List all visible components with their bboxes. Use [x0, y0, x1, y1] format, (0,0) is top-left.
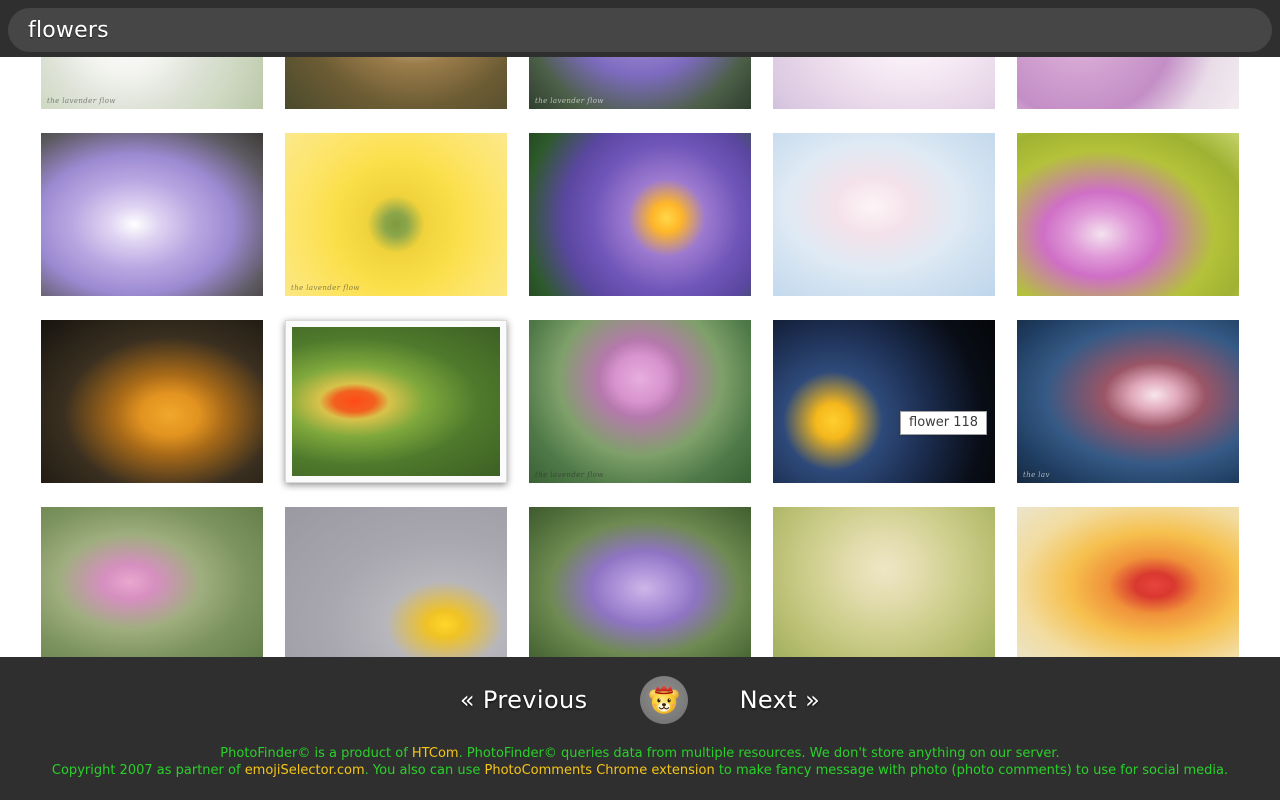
credit-2-part-3: to make fancy message with photo (photo …: [714, 763, 1229, 778]
photo-thumbnail[interactable]: [529, 507, 751, 670]
credit-line-2: Copyright 2007 as partner of emojiSelect…: [0, 762, 1280, 779]
photo-thumbnail[interactable]: [41, 133, 263, 296]
next-button[interactable]: Next »: [740, 686, 821, 714]
photo-thumbnail[interactable]: [41, 507, 263, 670]
photo-cell[interactable]: [1017, 133, 1239, 296]
photo-thumbnail[interactable]: [773, 133, 995, 296]
photo-thumbnail[interactable]: [1017, 320, 1239, 483]
photo-cell[interactable]: [529, 133, 751, 296]
photo-thumbnail[interactable]: [529, 320, 751, 483]
photo-cell[interactable]: the lavender flow: [529, 320, 751, 483]
pagination-nav: « Previous Next »: [0, 657, 1280, 743]
photo-cell[interactable]: [773, 507, 995, 670]
search-input[interactable]: [8, 8, 1272, 52]
photo-thumbnail[interactable]: [292, 327, 500, 476]
photo-cell[interactable]: the lavender flow: [285, 133, 507, 296]
photo-thumbnail[interactable]: [1017, 133, 1239, 296]
photocomments-extension-link[interactable]: PhotoComments Chrome extension: [485, 763, 715, 778]
photo-thumbnail[interactable]: [41, 320, 263, 483]
photo-cell[interactable]: [41, 133, 263, 296]
photo-thumbnail[interactable]: [285, 133, 507, 296]
photo-thumbnail[interactable]: [1017, 507, 1239, 670]
photo-thumbnail[interactable]: [773, 320, 995, 483]
photo-thumbnail[interactable]: [529, 133, 751, 296]
image-tooltip: flower 118: [900, 411, 988, 435]
credit-2-part-2: . You also can use: [364, 763, 485, 778]
photo-cell[interactable]: [529, 507, 751, 670]
credit-line-1: PhotoFinder© is a product of HTCom. Phot…: [0, 743, 1280, 762]
previous-button[interactable]: « Previous: [460, 686, 588, 714]
credit-2-part-1: Copyright 2007 as partner of: [51, 763, 245, 778]
photo-cell[interactable]: [41, 320, 263, 483]
chick-emoji-icon[interactable]: [639, 676, 688, 724]
search-field-wrapper[interactable]: [8, 8, 1272, 52]
header-bar: [0, 0, 1280, 57]
credit-1-part-2: . PhotoFinder© queries data from multipl…: [458, 746, 1060, 761]
photo-grid: the lavender flow the lavender flow the la…: [41, 0, 1257, 670]
photo-cell[interactable]: [1017, 507, 1239, 670]
photo-cell[interactable]: [285, 320, 507, 483]
emojiselector-link[interactable]: emojiSelector.com: [245, 763, 365, 778]
photo-cell[interactable]: [285, 507, 507, 670]
footer-bar: « Previous Next » PhotoFinder© is a prod…: [0, 657, 1280, 800]
htcom-link[interactable]: HTCom: [412, 746, 459, 761]
photo-cell[interactable]: [773, 320, 995, 483]
photo-cell[interactable]: [773, 133, 995, 296]
photo-thumbnail[interactable]: [285, 507, 507, 670]
photo-cell[interactable]: [41, 507, 263, 670]
footer-credits: PhotoFinder© is a product of HTCom. Phot…: [0, 743, 1280, 779]
photo-cell[interactable]: the lav: [1017, 320, 1239, 483]
photo-thumbnail[interactable]: [773, 507, 995, 670]
credit-1-part-1: PhotoFinder© is a product of: [220, 746, 412, 761]
